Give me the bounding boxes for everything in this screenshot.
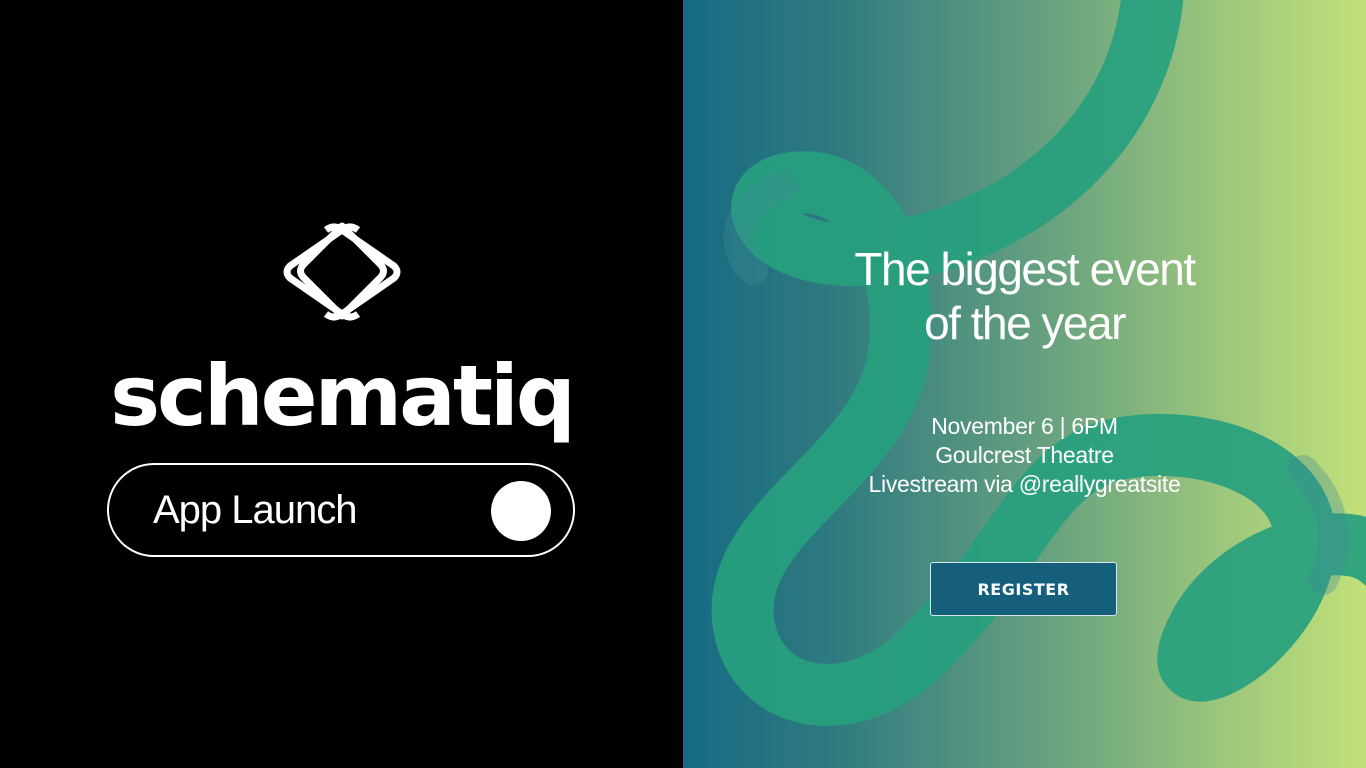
headline-line: The biggest event: [854, 243, 1196, 295]
swirl-decoration: [711, 0, 1366, 726]
register-button[interactable]: REGISTER: [930, 562, 1117, 616]
event-venue: Goulcrest Theatre: [935, 442, 1114, 468]
event-date-time: November 6 | 6PM: [931, 413, 1118, 439]
left-panel: schematiq App Launch: [0, 0, 683, 768]
right-panel: The biggest event of the year November 6…: [683, 0, 1366, 768]
event-livestream: Livestream via @reallygreatsite: [868, 471, 1181, 497]
headline-line: of the year: [924, 297, 1126, 349]
brand-name: schematiq: [110, 347, 576, 445]
toggle-knob[interactable]: [491, 481, 551, 541]
event-headline: The biggest event of the year: [683, 242, 1366, 350]
interlocked-diamond-logo-icon: [283, 222, 401, 321]
event-details: November 6 | 6PM Goulcrest Theatre Lives…: [683, 412, 1366, 499]
app-launch-toggle[interactable]: App Launch: [107, 463, 575, 557]
app-launch-label: App Launch: [153, 488, 358, 532]
